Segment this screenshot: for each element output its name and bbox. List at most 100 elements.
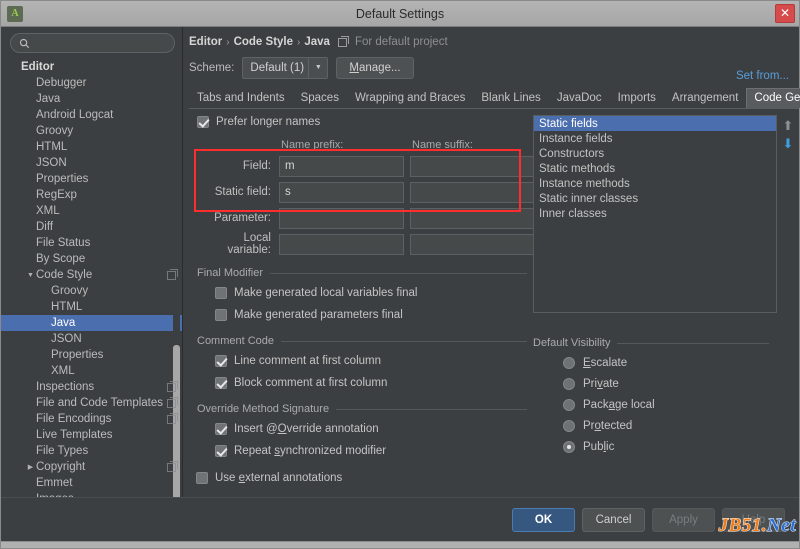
- arrow-up-icon[interactable]: ⬆: [777, 117, 799, 135]
- copy-icon: [167, 460, 178, 472]
- visibility-label-0: Escalate: [583, 357, 627, 369]
- ok-button[interactable]: OK: [512, 507, 575, 532]
- visibility-option-1[interactable]: Private: [563, 373, 769, 394]
- sidebar-item-label: HTML: [36, 141, 68, 153]
- sidebar-item-json[interactable]: JSON: [1, 155, 182, 171]
- naming-row: Field:: [197, 155, 535, 177]
- members-order-item-static-inner-classes[interactable]: Static inner classes: [534, 191, 776, 206]
- name-suffix-input-1[interactable]: [410, 181, 535, 203]
- final-modifier-row-1[interactable]: Make generated parameters final: [215, 306, 527, 323]
- visibility-option-4[interactable]: Public: [563, 436, 769, 457]
- members-order-item-instance-methods[interactable]: Instance methods: [534, 176, 776, 191]
- tab-code-generation[interactable]: Code Generation: [746, 88, 800, 108]
- sidebar-item-regexp[interactable]: RegExp: [1, 187, 182, 203]
- sidebar-item-editor[interactable]: Editor: [1, 59, 182, 75]
- tab-wrapping-and-braces[interactable]: Wrapping and Braces: [347, 88, 473, 108]
- sidebar-item-properties[interactable]: Properties: [1, 347, 182, 363]
- final-modifier-row-0[interactable]: Make generated local variables final: [215, 284, 527, 301]
- code-style-tabs[interactable]: Tabs and Indents Spaces Wrapping and Brace…: [189, 88, 800, 109]
- sidebar-item-file-status[interactable]: File Status: [1, 235, 182, 251]
- sidebar-item-diff[interactable]: Diff: [1, 219, 182, 235]
- settings-tree[interactable]: Editor Debugger Java Android Logcat Groovy HT…: [1, 57, 182, 497]
- final-modifier-checkbox-1[interactable]: [215, 308, 227, 321]
- sidebar-item-by-scope[interactable]: By Scope: [1, 251, 182, 267]
- name-prefix-input-1[interactable]: [279, 181, 404, 203]
- tab-tabs-and-indents[interactable]: Tabs and Indents: [189, 88, 293, 108]
- close-icon[interactable]: ✕: [775, 4, 795, 23]
- visibility-option-2[interactable]: Package local: [563, 394, 769, 415]
- final-modifier-checkbox-0[interactable]: [215, 286, 227, 299]
- members-order-item-constructors[interactable]: Constructors: [534, 146, 776, 161]
- tab-arrangement[interactable]: Arrangement: [664, 88, 746, 108]
- sidebar-item-inspections[interactable]: Inspections: [1, 379, 182, 395]
- sidebar-item-file-encodings[interactable]: File Encodings: [1, 411, 182, 427]
- prefer-longer-names-row[interactable]: Prefer longer names: [197, 113, 527, 130]
- sidebar-item-file-and-code-templates[interactable]: File and Code Templates: [1, 395, 182, 411]
- sidebar-item-file-types[interactable]: File Types: [1, 443, 182, 459]
- override-signature-row-0[interactable]: Insert @Override annotation: [215, 420, 527, 437]
- visibility-option-0[interactable]: Escalate: [563, 352, 769, 373]
- comment-code-label-0: Line comment at first column: [234, 354, 382, 367]
- default-visibility-title: Default Visibility: [533, 337, 611, 349]
- title-bar: A Default Settings ✕: [1, 1, 799, 27]
- members-order-item-inner-classes[interactable]: Inner classes: [534, 206, 776, 221]
- members-order-item-static-methods[interactable]: Static methods: [534, 161, 776, 176]
- sidebar-item-label: Emmet: [36, 477, 73, 489]
- sidebar-item-xml[interactable]: XML: [1, 363, 182, 379]
- visibility-radio-0[interactable]: [563, 356, 575, 369]
- tab-blank-lines[interactable]: Blank Lines: [473, 88, 548, 108]
- sidebar-item-html[interactable]: HTML: [1, 299, 182, 315]
- sidebar-item-java[interactable]: Java: [1, 315, 182, 331]
- visibility-radio-1[interactable]: [563, 377, 575, 390]
- sidebar-item-html[interactable]: HTML: [1, 139, 182, 155]
- arrow-down-icon[interactable]: ⬇: [777, 135, 799, 153]
- cancel-button[interactable]: Cancel: [582, 507, 645, 532]
- visibility-option-3[interactable]: Protected: [563, 415, 769, 436]
- name-suffix-input-3[interactable]: [410, 233, 535, 255]
- comment-code-checkbox-0[interactable]: [215, 354, 227, 367]
- comment-code-row-1[interactable]: Block comment at first column: [215, 374, 527, 391]
- name-prefix-input-0[interactable]: [279, 155, 404, 177]
- sidebar-item-groovy[interactable]: Groovy: [1, 283, 182, 299]
- prefer-longer-names-checkbox[interactable]: [197, 115, 209, 128]
- tab-imports[interactable]: Imports: [610, 88, 664, 108]
- comment-code-row-0[interactable]: Line comment at first column: [215, 352, 527, 369]
- tab-spaces[interactable]: Spaces: [293, 88, 347, 108]
- search-input[interactable]: [35, 37, 177, 49]
- sidebar-item-debugger[interactable]: Debugger: [1, 75, 182, 91]
- naming-row: Local variable:: [197, 232, 535, 256]
- breadcrumb-note: For default project: [354, 36, 448, 48]
- name-suffix-input-0[interactable]: [410, 155, 535, 177]
- sidebar-item-xml[interactable]: XML: [1, 203, 182, 219]
- members-order-item-instance-fields[interactable]: Instance fields: [534, 131, 776, 146]
- name-prefix-input-3[interactable]: [279, 233, 404, 255]
- members-order-item-static-fields[interactable]: Static fields: [534, 116, 776, 131]
- name-suffix-input-2[interactable]: [410, 207, 535, 229]
- sidebar-item-groovy[interactable]: Groovy: [1, 123, 182, 139]
- search-box[interactable]: [10, 33, 177, 53]
- members-order-list[interactable]: Static fields Instance fields Constructors…: [533, 115, 777, 313]
- sidebar-item-copyright[interactable]: ▶ Copyright: [1, 459, 182, 475]
- override-signature-checkbox-1[interactable]: [215, 444, 227, 457]
- use-external-annotations-row[interactable]: Use external annotations: [196, 469, 527, 486]
- sidebar-item-code-style[interactable]: ▼ Code Style: [1, 267, 182, 283]
- comment-code-checkbox-1[interactable]: [215, 376, 227, 389]
- visibility-radio-3[interactable]: [563, 419, 575, 432]
- manage-button[interactable]: Manage...: [336, 57, 414, 79]
- dialog-footer: OK Cancel Apply Help JB51.Net: [1, 497, 799, 541]
- sidebar-item-live-templates[interactable]: Live Templates: [1, 427, 182, 443]
- sidebar-item-java[interactable]: Java: [1, 91, 182, 107]
- set-from-link[interactable]: Set from...: [736, 70, 789, 82]
- scheme-dropdown[interactable]: Default (1) ▼: [242, 57, 329, 79]
- sidebar-item-properties[interactable]: Properties: [1, 171, 182, 187]
- sidebar-item-json[interactable]: JSON: [1, 331, 182, 347]
- override-signature-row-1[interactable]: Repeat synchronized modifier: [215, 442, 527, 459]
- sidebar-item-emmet[interactable]: Emmet: [1, 475, 182, 491]
- tab-javadoc[interactable]: JavaDoc: [549, 88, 610, 108]
- name-prefix-input-2[interactable]: [279, 207, 404, 229]
- visibility-radio-2[interactable]: [563, 398, 575, 411]
- override-signature-checkbox-0[interactable]: [215, 422, 227, 435]
- visibility-radio-4[interactable]: [563, 440, 575, 453]
- sidebar-item-android-logcat[interactable]: Android Logcat: [1, 107, 182, 123]
- use-external-annotations-checkbox[interactable]: [196, 471, 208, 484]
